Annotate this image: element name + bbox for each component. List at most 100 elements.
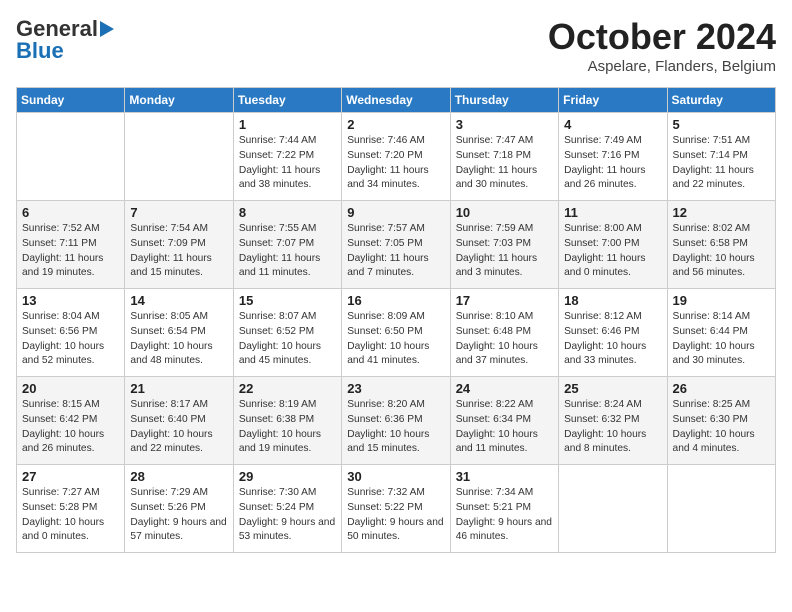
day-number: 19 [673,293,770,308]
day-number: 21 [130,381,227,396]
day-info: Sunrise: 7:52 AMSunset: 7:11 PMDaylight:… [22,222,119,281]
day-number: 23 [347,381,444,396]
day-number: 1 [239,117,336,132]
day-number: 26 [673,381,770,396]
day-number: 5 [673,117,770,132]
day-cell: 9 Sunrise: 7:57 AMSunset: 7:05 PMDaylight… [342,201,450,289]
location: Aspelare, Flanders, Belgium [548,58,776,75]
day-info: Sunrise: 8:17 AMSunset: 6:40 PMDaylight:… [130,398,227,457]
day-number: 3 [456,117,553,132]
header-row: SundayMondayTuesdayWednesdayThursdayFrid… [17,88,776,113]
day-cell: 6Sunrise: 7:52 AMSunset: 7:11 PMDaylight… [17,201,125,289]
col-header-thursday: Thursday [450,88,558,113]
day-info: Sunrise: 8:00 AMSunset: 7:00 PMDaylight:… [564,222,661,281]
day-info: Sunrise: 7:47 AMSunset: 7:18 PMDaylight:… [456,134,553,193]
day-cell: 13 Sunrise: 8:04 AMSunset: 6:56 PMDayligh… [17,289,125,377]
col-header-monday: Monday [125,88,233,113]
day-info: Sunrise: 8:05 AMSunset: 6:54 PMDaylight:… [130,310,227,369]
day-number: 16 [347,293,444,308]
day-number: 17 [456,293,553,308]
day-cell: 20 Sunrise: 8:15 AMSunset: 6:42 PMDayligh… [17,377,125,465]
day-number: 25 [564,381,661,396]
logo-arrow-icon [100,21,114,37]
day-cell: 29 Sunrise: 7:30 AMSunset: 5:24 PMDayligh… [233,465,341,553]
day-number: 29 [239,469,336,484]
day-info: Sunrise: 8:19 AMSunset: 6:38 PMDaylight:… [239,398,336,457]
day-number: 20 [22,381,119,396]
day-info: Sunrise: 7:46 AMSunset: 7:20 PMDaylight:… [347,134,444,193]
title-area: October 2024 Aspelare, Flanders, Belgium [548,16,776,75]
day-number: 14 [130,293,227,308]
day-info: Sunrise: 8:12 AMSunset: 6:46 PMDaylight:… [564,310,661,369]
day-number: 10 [456,205,553,220]
day-number: 30 [347,469,444,484]
day-cell: 16 Sunrise: 8:09 AMSunset: 6:50 PMDayligh… [342,289,450,377]
day-number: 27 [22,469,119,484]
day-cell: 11 Sunrise: 8:00 AMSunset: 7:00 PMDayligh… [559,201,667,289]
day-info: Sunrise: 8:04 AMSunset: 6:56 PMDaylight:… [22,310,119,369]
day-info: Sunrise: 8:09 AMSunset: 6:50 PMDaylight:… [347,310,444,369]
page-header: General Blue October 2024 Aspelare, Flan… [16,16,776,75]
day-cell: 26 Sunrise: 8:25 AMSunset: 6:30 PMDayligh… [667,377,775,465]
day-cell [125,113,233,201]
calendar-table: SundayMondayTuesdayWednesdayThursdayFrid… [16,87,776,553]
day-cell: 4Sunrise: 7:49 AMSunset: 7:16 PMDaylight… [559,113,667,201]
day-cell: 30 Sunrise: 7:32 AMSunset: 5:22 PMDayligh… [342,465,450,553]
day-cell: 5Sunrise: 7:51 AMSunset: 7:14 PMDaylight… [667,113,775,201]
day-cell: 21 Sunrise: 8:17 AMSunset: 6:40 PMDayligh… [125,377,233,465]
col-header-tuesday: Tuesday [233,88,341,113]
day-cell: 19 Sunrise: 8:14 AMSunset: 6:44 PMDayligh… [667,289,775,377]
logo: General Blue [16,16,114,64]
day-number: 31 [456,469,553,484]
day-cell: 15 Sunrise: 8:07 AMSunset: 6:52 PMDayligh… [233,289,341,377]
day-info: Sunrise: 8:10 AMSunset: 6:48 PMDaylight:… [456,310,553,369]
day-cell: 7 Sunrise: 7:54 AMSunset: 7:09 PMDaylight… [125,201,233,289]
day-info: Sunrise: 8:24 AMSunset: 6:32 PMDaylight:… [564,398,661,457]
day-info: Sunrise: 7:32 AMSunset: 5:22 PMDaylight:… [347,486,444,545]
day-info: Sunrise: 7:57 AMSunset: 7:05 PMDaylight:… [347,222,444,281]
col-header-wednesday: Wednesday [342,88,450,113]
col-header-friday: Friday [559,88,667,113]
day-cell [667,465,775,553]
day-cell: 2Sunrise: 7:46 AMSunset: 7:20 PMDaylight… [342,113,450,201]
day-info: Sunrise: 8:07 AMSunset: 6:52 PMDaylight:… [239,310,336,369]
day-cell: 14 Sunrise: 8:05 AMSunset: 6:54 PMDayligh… [125,289,233,377]
day-cell [559,465,667,553]
day-cell: 10Sunrise: 7:59 AMSunset: 7:03 PMDayligh… [450,201,558,289]
day-number: 9 [347,205,444,220]
day-cell: 22Sunrise: 8:19 AMSunset: 6:38 PMDayligh… [233,377,341,465]
day-info: Sunrise: 7:44 AMSunset: 7:22 PMDaylight:… [239,134,336,193]
day-info: Sunrise: 7:29 AMSunset: 5:26 PMDaylight:… [130,486,227,545]
day-info: Sunrise: 7:55 AMSunset: 7:07 PMDaylight:… [239,222,336,281]
day-info: Sunrise: 7:54 AMSunset: 7:09 PMDaylight:… [130,222,227,281]
day-number: 12 [673,205,770,220]
col-header-saturday: Saturday [667,88,775,113]
week-row-5: 27Sunrise: 7:27 AMSunset: 5:28 PMDayligh… [17,465,776,553]
day-info: Sunrise: 8:15 AMSunset: 6:42 PMDaylight:… [22,398,119,457]
day-number: 8 [239,205,336,220]
day-info: Sunrise: 8:22 AMSunset: 6:34 PMDaylight:… [456,398,553,457]
day-number: 11 [564,205,661,220]
day-number: 15 [239,293,336,308]
day-cell: 23Sunrise: 8:20 AMSunset: 6:36 PMDayligh… [342,377,450,465]
week-row-1: 1 Sunrise: 7:44 AMSunset: 7:22 PMDaylight… [17,113,776,201]
logo-blue: Blue [16,38,64,64]
week-row-4: 20 Sunrise: 8:15 AMSunset: 6:42 PMDayligh… [17,377,776,465]
day-cell: 17 Sunrise: 8:10 AMSunset: 6:48 PMDayligh… [450,289,558,377]
day-info: Sunrise: 7:34 AMSunset: 5:21 PMDaylight:… [456,486,553,545]
day-number: 7 [130,205,227,220]
day-number: 18 [564,293,661,308]
week-row-2: 6Sunrise: 7:52 AMSunset: 7:11 PMDaylight… [17,201,776,289]
day-info: Sunrise: 8:25 AMSunset: 6:30 PMDaylight:… [673,398,770,457]
day-cell: 12Sunrise: 8:02 AMSunset: 6:58 PMDayligh… [667,201,775,289]
day-cell: 1 Sunrise: 7:44 AMSunset: 7:22 PMDaylight… [233,113,341,201]
day-info: Sunrise: 7:30 AMSunset: 5:24 PMDaylight:… [239,486,336,545]
day-info: Sunrise: 8:14 AMSunset: 6:44 PMDaylight:… [673,310,770,369]
day-number: 13 [22,293,119,308]
day-cell: 3 Sunrise: 7:47 AMSunset: 7:18 PMDaylight… [450,113,558,201]
day-cell: 18 Sunrise: 8:12 AMSunset: 6:46 PMDayligh… [559,289,667,377]
day-cell: 8 Sunrise: 7:55 AMSunset: 7:07 PMDaylight… [233,201,341,289]
col-header-sunday: Sunday [17,88,125,113]
day-cell: 28Sunrise: 7:29 AMSunset: 5:26 PMDayligh… [125,465,233,553]
day-info: Sunrise: 7:49 AMSunset: 7:16 PMDaylight:… [564,134,661,193]
